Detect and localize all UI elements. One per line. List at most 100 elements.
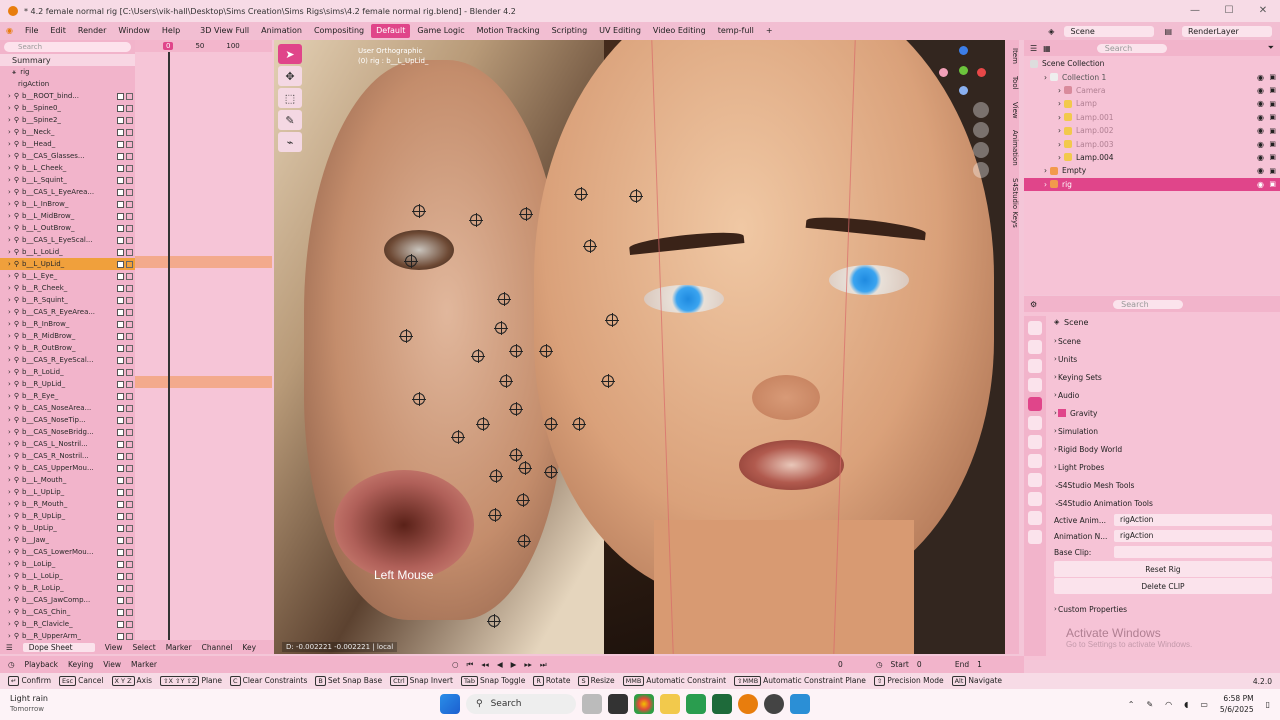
- pen-icon[interactable]: ✎: [1146, 700, 1153, 709]
- render-camera-icon[interactable]: ▣: [1269, 113, 1276, 121]
- channel-row[interactable]: › ⚲ b__L_UpLid_: [0, 258, 135, 270]
- lock-icon[interactable]: [126, 104, 133, 112]
- dopesheet-menu-channel[interactable]: Channel: [202, 643, 233, 652]
- channel-row[interactable]: › ⚲ b__CAS_LowerMou...: [0, 546, 135, 558]
- lock-icon[interactable]: [126, 260, 133, 268]
- taskbar-search[interactable]: ⚲ Search: [466, 694, 576, 714]
- lock-icon[interactable]: [126, 200, 133, 208]
- lock-icon[interactable]: [126, 548, 133, 556]
- channel-row[interactable]: › ⚲ b__R_UpLid_: [0, 378, 135, 390]
- bone-tool-icon[interactable]: ⌁: [278, 132, 302, 152]
- channel-row[interactable]: › ⚲ b__L_Eye_: [0, 270, 135, 282]
- navigation-gizmo[interactable]: [939, 46, 989, 96]
- chevron-right-icon[interactable]: ›: [1058, 140, 1061, 149]
- chevron-right-icon[interactable]: ›: [8, 440, 11, 448]
- channel-checkbox[interactable]: [117, 128, 124, 136]
- channel-row[interactable]: › ⚲ b__L_OutBrow_: [0, 222, 135, 234]
- tab-s4studio-keys[interactable]: S4Studio Keys: [1005, 178, 1019, 228]
- chevron-right-icon[interactable]: ›: [8, 452, 11, 460]
- lock-icon[interactable]: [126, 512, 133, 520]
- bone-control-icon[interactable]: [399, 329, 413, 343]
- ortho-grid-icon[interactable]: [973, 162, 989, 178]
- outliner-item[interactable]: › Empty ◉ ▣: [1024, 164, 1280, 177]
- bone-control-icon[interactable]: [544, 465, 558, 479]
- lock-icon[interactable]: [126, 356, 133, 364]
- scale-tool-icon[interactable]: ⬚: [278, 88, 302, 108]
- channel-row[interactable]: › ⚲ b__R_Squint_: [0, 294, 135, 306]
- chevron-right-icon[interactable]: ›: [1044, 166, 1047, 175]
- chevron-right-icon[interactable]: ›: [8, 620, 11, 628]
- channel-row[interactable]: › ⚲ b__L_InBrow_: [0, 198, 135, 210]
- rig-row[interactable]: ⚹ rig: [0, 66, 135, 78]
- add-workspace-button[interactable]: +: [761, 24, 778, 38]
- bone-control-icon[interactable]: [539, 344, 553, 358]
- chrome-icon[interactable]: [634, 694, 654, 714]
- editor-type-icon[interactable]: ☰: [6, 643, 13, 652]
- channel-row[interactable]: › ⚲ b__R_Clavicle_: [0, 618, 135, 630]
- workspace-tab-scripting[interactable]: Scripting: [547, 24, 593, 38]
- render-camera-icon[interactable]: ▣: [1269, 73, 1276, 81]
- channel-row[interactable]: › ⚲ b__CAS_NoseArea...: [0, 402, 135, 414]
- chevron-right-icon[interactable]: ›: [8, 176, 11, 184]
- base-clip-value[interactable]: [1114, 546, 1272, 558]
- chevron-right-icon[interactable]: ›: [8, 296, 11, 304]
- chevron-right-icon[interactable]: ›: [8, 524, 11, 532]
- bone-control-icon[interactable]: [574, 187, 588, 201]
- outliner-item[interactable]: › Lamp.003 ◉ ▣: [1024, 137, 1280, 150]
- channel-checkbox[interactable]: [117, 152, 124, 160]
- properties-section[interactable]: › Gravity: [1024, 404, 1280, 422]
- channel-row[interactable]: › ⚲ b__UpLip_: [0, 522, 135, 534]
- neg-z-axis-icon[interactable]: [959, 86, 968, 95]
- start-frame-field[interactable]: 0: [917, 660, 937, 669]
- chevron-right-icon[interactable]: ›: [8, 548, 11, 556]
- lock-icon[interactable]: [126, 224, 133, 232]
- channel-checkbox[interactable]: [117, 560, 124, 568]
- render-camera-icon[interactable]: ▣: [1269, 127, 1276, 135]
- channel-checkbox[interactable]: [117, 236, 124, 244]
- visibility-eye-icon[interactable]: ◉: [1257, 126, 1264, 135]
- reset-rig-button[interactable]: Reset Rig: [1054, 561, 1272, 577]
- bone-control-icon[interactable]: [519, 207, 533, 221]
- bone-control-icon[interactable]: [605, 313, 619, 327]
- app-icon[interactable]: [764, 694, 784, 714]
- lock-icon[interactable]: [126, 152, 133, 160]
- properties-section[interactable]: › Keying Sets: [1024, 368, 1280, 386]
- chevron-right-icon[interactable]: ›: [8, 560, 11, 568]
- channel-checkbox[interactable]: [117, 452, 124, 460]
- channel-checkbox[interactable]: [117, 404, 124, 412]
- maximize-button[interactable]: ☐: [1212, 0, 1246, 22]
- volume-icon[interactable]: ◖: [1184, 700, 1188, 709]
- chevron-right-icon[interactable]: ›: [8, 308, 11, 316]
- visibility-eye-icon[interactable]: ◉: [1257, 180, 1264, 189]
- minimize-button[interactable]: —: [1178, 0, 1212, 22]
- properties-section[interactable]: › Light Probes: [1024, 458, 1280, 476]
- channel-checkbox[interactable]: [117, 620, 124, 628]
- channel-row[interactable]: › ⚲ b__L_Mouth_: [0, 474, 135, 486]
- channel-checkbox[interactable]: [117, 512, 124, 520]
- channel-row[interactable]: › ⚲ b__Spine0_: [0, 102, 135, 114]
- channel-checkbox[interactable]: [117, 608, 124, 616]
- anim-name-value[interactable]: rigAction: [1114, 530, 1272, 542]
- channel-checkbox[interactable]: [117, 596, 124, 604]
- chevron-right-icon[interactable]: ›: [1058, 113, 1061, 122]
- bone-control-icon[interactable]: [509, 448, 523, 462]
- channel-row[interactable]: › ⚲ b__CAS_L_EyeArea...: [0, 186, 135, 198]
- dopesheet-menu-select[interactable]: Select: [133, 643, 156, 652]
- neg-x-axis-icon[interactable]: [939, 68, 948, 77]
- bone-control-icon[interactable]: [544, 417, 558, 431]
- lock-icon[interactable]: [126, 572, 133, 580]
- channel-row[interactable]: › ⚲ b__R_Eye_: [0, 390, 135, 402]
- channel-checkbox[interactable]: [117, 188, 124, 196]
- workspace-tab-animation[interactable]: Animation: [256, 24, 307, 38]
- z-axis-icon[interactable]: [959, 46, 968, 55]
- chevron-right-icon[interactable]: ›: [8, 512, 11, 520]
- chevron-right-icon[interactable]: ›: [1058, 153, 1061, 162]
- bone-control-icon[interactable]: [583, 239, 597, 253]
- chevron-right-icon[interactable]: ›: [8, 260, 11, 268]
- channel-row[interactable]: › ⚲ b__R_LoLid_: [0, 366, 135, 378]
- chevron-right-icon[interactable]: ›: [8, 608, 11, 616]
- workspace-tab-compositing[interactable]: Compositing: [309, 24, 369, 38]
- texture-props-icon[interactable]: [1028, 530, 1042, 544]
- chevron-right-icon[interactable]: ›: [8, 272, 11, 280]
- channel-checkbox[interactable]: [117, 296, 124, 304]
